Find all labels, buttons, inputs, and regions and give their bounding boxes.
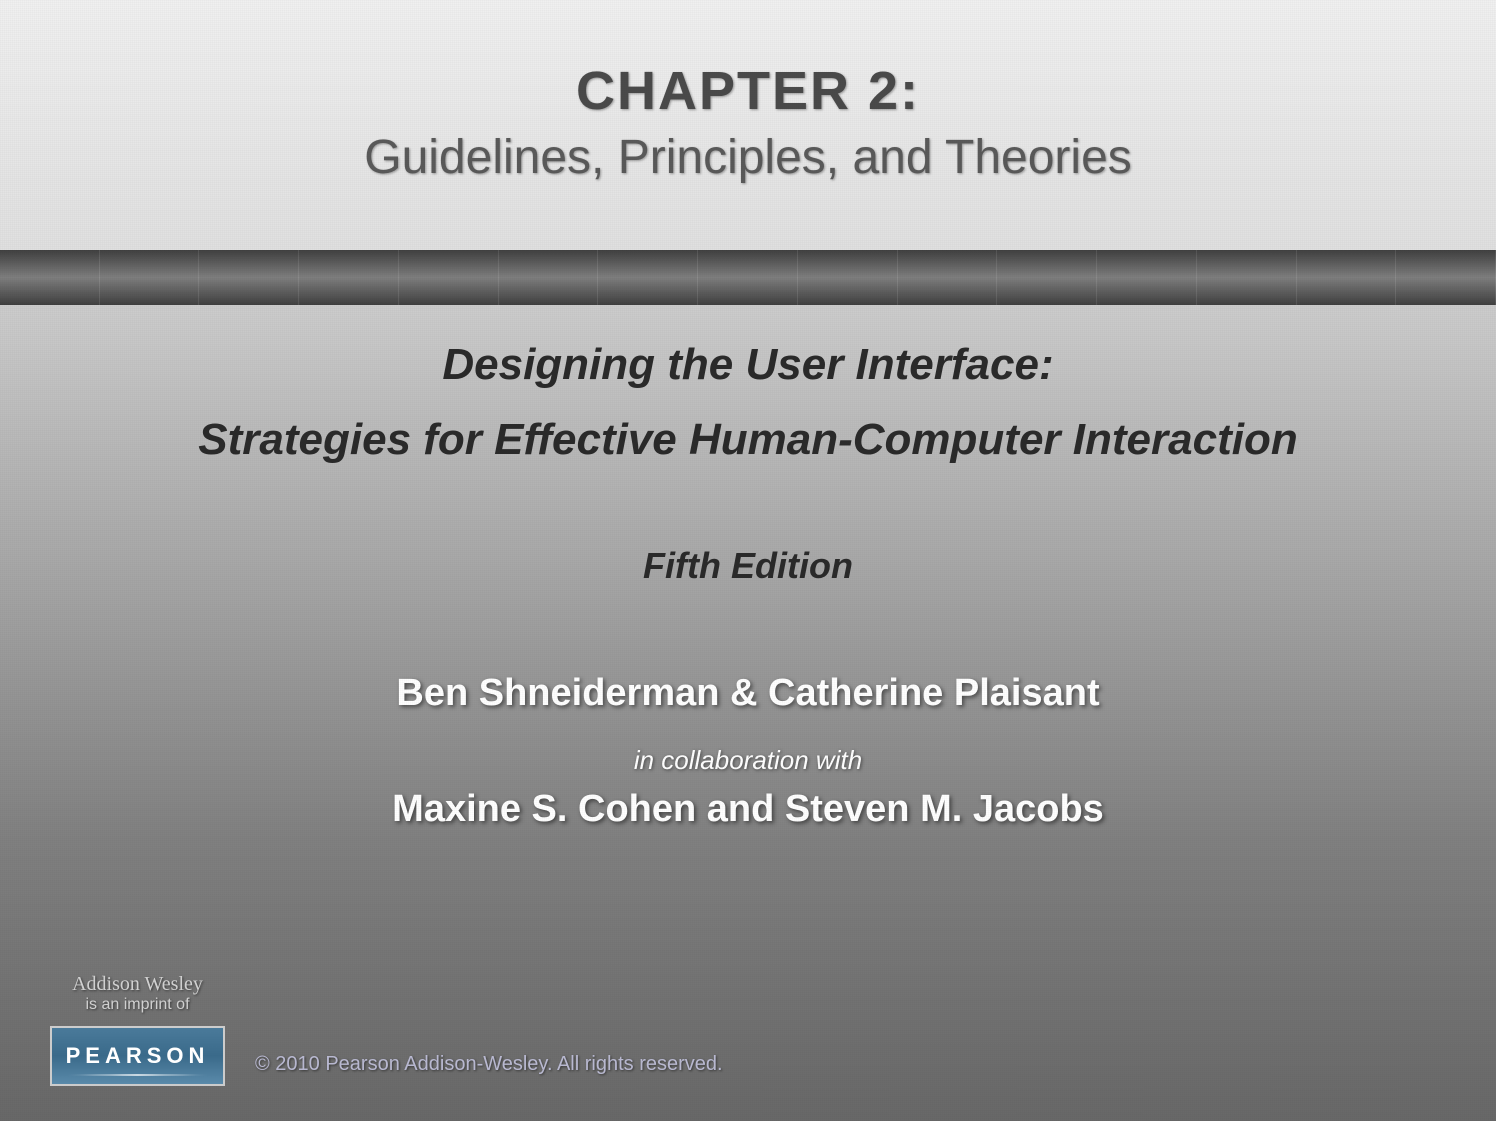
divider-segment (598, 250, 698, 305)
divider-segment (199, 250, 299, 305)
authors-secondary: Maxine S. Cohen and Steven M. Jacobs (0, 788, 1496, 831)
divider-segment (1197, 250, 1297, 305)
divider-segment (1396, 250, 1496, 305)
divider-segment (100, 250, 200, 305)
divider-segment (698, 250, 798, 305)
divider-segment (997, 250, 1097, 305)
chapter-header: CHAPTER 2: Guidelines, Principles, and T… (0, 0, 1496, 250)
pearson-logo: PEARSON (50, 1026, 225, 1086)
pearson-logo-text: PEARSON (66, 1043, 210, 1069)
chapter-subtitle: Guidelines, Principles, and Theories (0, 130, 1496, 185)
divider-segment (399, 250, 499, 305)
divider-segment (1097, 250, 1197, 305)
collaboration-label: in collaboration with (0, 745, 1496, 776)
divider-segment (0, 250, 100, 305)
divider-bar (0, 250, 1496, 305)
book-edition: Fifth Edition (0, 545, 1496, 587)
imprint-block: Addison Wesley is an imprint of PEARSON (50, 973, 225, 1086)
imprint-name: Addison Wesley (72, 973, 203, 996)
authors-primary: Ben Shneiderman & Catherine Plaisant (0, 672, 1496, 715)
divider-segment (798, 250, 898, 305)
chapter-label: CHAPTER 2: (0, 60, 1496, 122)
book-info-section: Designing the User Interface: Strategies… (0, 305, 1496, 831)
imprint-of-label: is an imprint of (85, 996, 189, 1014)
book-title-line2: Strategies for Effective Human-Computer … (0, 415, 1496, 465)
divider-segment (499, 250, 599, 305)
copyright-text: © 2010 Pearson Addison-Wesley. All right… (255, 1053, 723, 1086)
footer: Addison Wesley is an imprint of PEARSON … (50, 973, 723, 1086)
divider-segment (1297, 250, 1397, 305)
book-title-line1: Designing the User Interface: (0, 340, 1496, 390)
divider-segment (299, 250, 399, 305)
divider-segment (898, 250, 998, 305)
